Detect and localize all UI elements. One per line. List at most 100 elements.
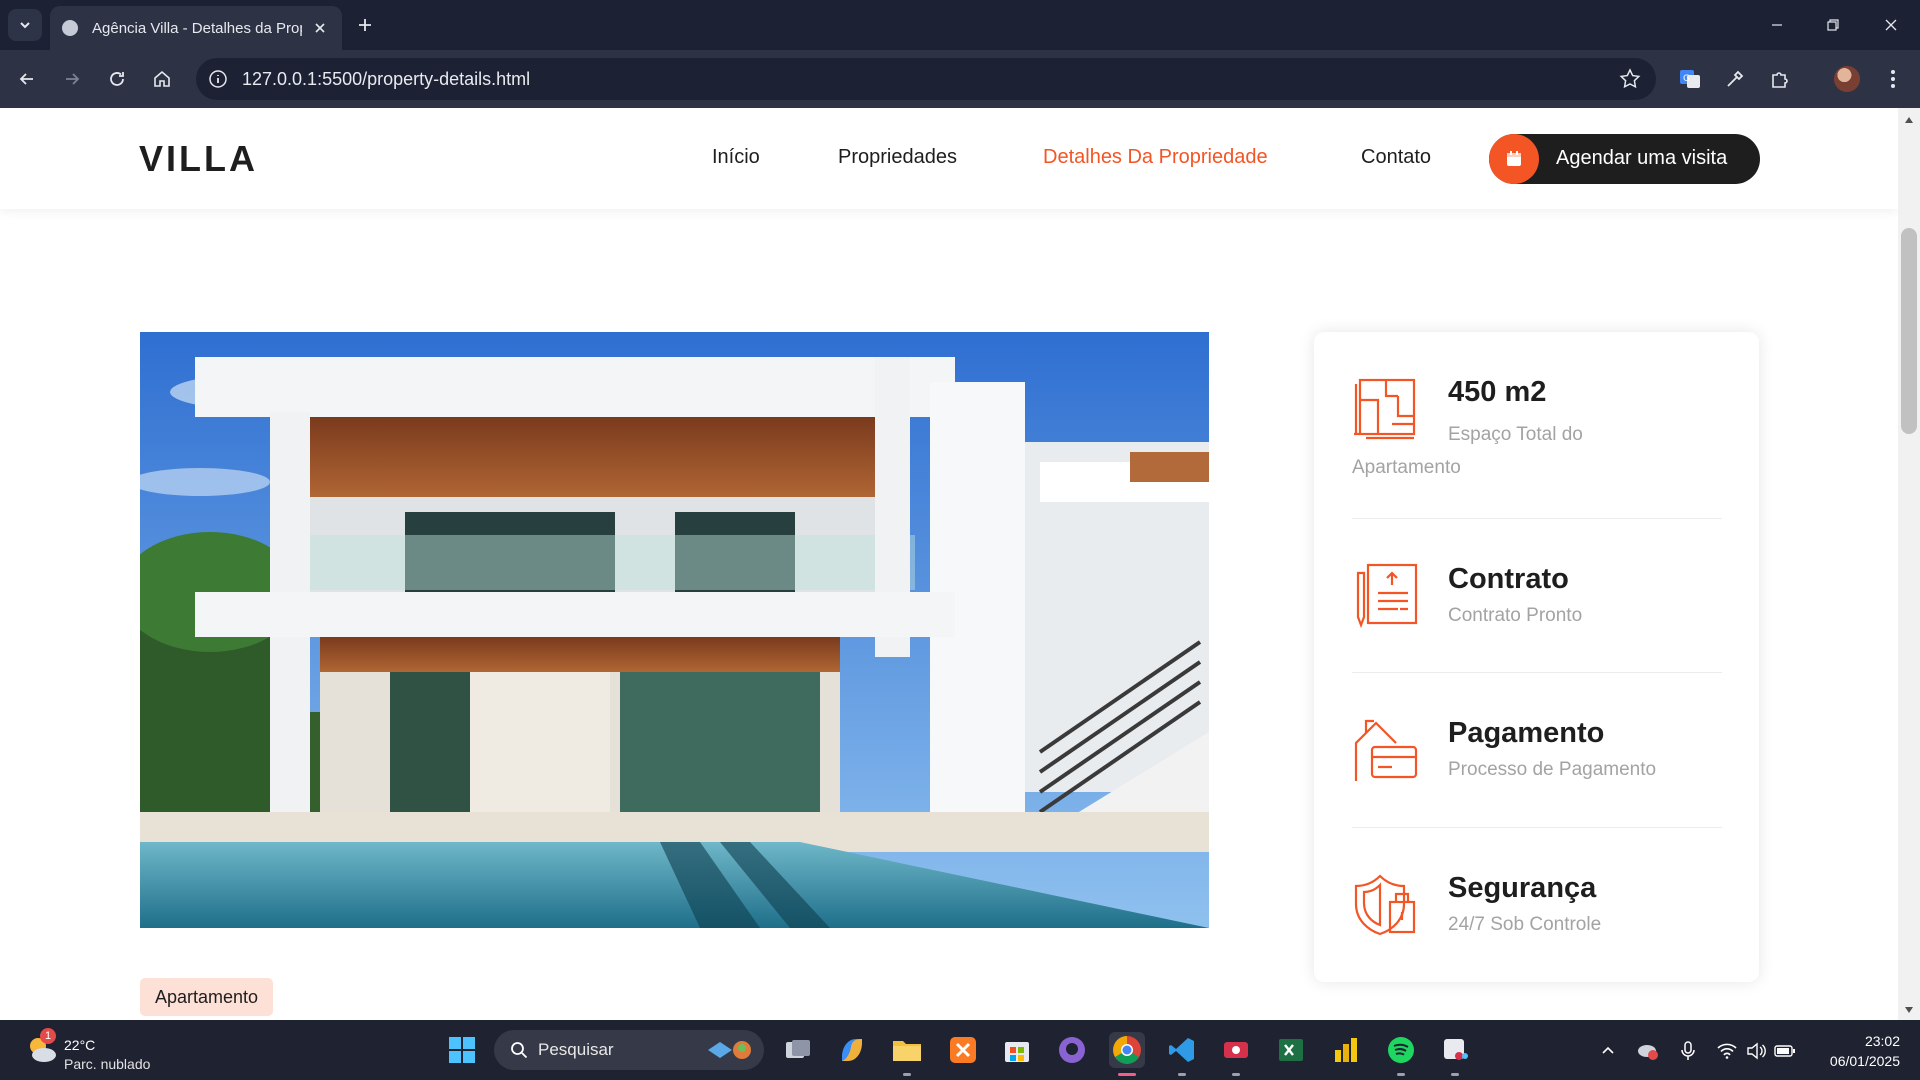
search-icon [511, 1042, 528, 1059]
browser-menu-button[interactable] [1878, 64, 1908, 94]
info-title-payment: Pagamento [1448, 717, 1605, 749]
svg-text:G: G [1683, 74, 1690, 84]
site-logo[interactable]: VILLA [139, 138, 258, 180]
scroll-up-button[interactable] [1901, 112, 1917, 128]
tab-search-button[interactable] [8, 9, 42, 41]
info-item-area: 450 m2 Espaço Total do Apartamento [1352, 376, 1722, 486]
browser-toolbar: 127.0.0.1:5500/property-details.html G [0, 50, 1920, 108]
chevron-down-icon [20, 22, 30, 29]
info-item-payment: Pagamento Processo de Pagamento [1352, 717, 1722, 797]
arrow-right-icon [66, 73, 80, 85]
info-subtitle-security: 24/7 Sob Controle [1448, 914, 1602, 935]
github-icon [1059, 1037, 1085, 1063]
info-item-security: Segurança 24/7 Sob Controle [1352, 872, 1722, 952]
property-category-badge: Apartamento [140, 978, 274, 1016]
close-window-button[interactable] [1876, 10, 1906, 40]
url-text[interactable]: 127.0.0.1:5500/property-details.html [242, 69, 530, 90]
profile-avatar[interactable] [1834, 66, 1860, 92]
site-info-icon[interactable] [206, 67, 230, 91]
nav-link-propriedades[interactable]: Propriedades [838, 146, 957, 169]
spotify-app[interactable] [1383, 1032, 1419, 1068]
recorder-icon [1224, 1042, 1248, 1058]
vscode-icon [1169, 1038, 1194, 1062]
site-header: VILLA Início Propriedades Detalhes Da Pr… [0, 108, 1898, 209]
more-vertical-icon [1891, 70, 1895, 88]
show-hidden-icons-button[interactable] [1597, 1040, 1619, 1062]
vscode-app[interactable] [1164, 1032, 1200, 1068]
close-tab-button[interactable] [310, 18, 330, 38]
cloud-error-icon [1638, 1045, 1658, 1060]
search-placeholder: Pesquisar [538, 1040, 614, 1059]
speaker-icon [1747, 1042, 1766, 1060]
microphone-status[interactable] [1677, 1040, 1699, 1062]
task-view-icon [786, 1040, 810, 1058]
taskbar-clock[interactable]: 23:02 06/01/2025 [1830, 1031, 1900, 1071]
xampp-icon [950, 1037, 976, 1063]
nav-link-inicio[interactable]: Início [712, 146, 760, 169]
store-icon [1005, 1042, 1029, 1062]
home-icon [154, 70, 170, 87]
info-subtitle-payment: Processo de Pagamento [1448, 759, 1657, 780]
onedrive-status[interactable] [1637, 1040, 1659, 1062]
screen-recorder-app[interactable] [1218, 1032, 1254, 1068]
clock-time: 23:02 [1864, 1033, 1900, 1049]
battery-icon [1774, 1045, 1795, 1057]
snipping-tool-app[interactable] [1437, 1032, 1473, 1068]
wifi-status[interactable] [1716, 1040, 1738, 1062]
scrollbar-thumb[interactable] [1901, 228, 1917, 434]
power-bi-icon [1335, 1038, 1357, 1062]
eyedropper-extension-icon[interactable] [1720, 64, 1750, 94]
translate-extension-icon[interactable]: G [1675, 64, 1705, 94]
browser-tab-bar: Agência Villa - Detalhes da Propriedade [0, 0, 1920, 50]
taskbar-search-box[interactable]: Pesquisar [494, 1030, 764, 1070]
task-view-button[interactable] [780, 1032, 816, 1068]
battery-status[interactable] [1774, 1040, 1796, 1062]
excel-icon [1279, 1039, 1303, 1061]
bookmark-star-icon[interactable] [1618, 67, 1642, 91]
address-bar[interactable]: 127.0.0.1:5500/property-details.html [196, 58, 1656, 100]
close-icon [315, 23, 325, 33]
reload-icon [110, 72, 124, 86]
home-button[interactable] [145, 62, 179, 96]
reload-button[interactable] [100, 62, 134, 96]
spotify-icon [1388, 1037, 1414, 1063]
property-main-image [140, 332, 1209, 928]
forward-button[interactable] [55, 62, 89, 96]
triangle-up-icon [1905, 117, 1913, 123]
xampp-app[interactable] [945, 1032, 981, 1068]
microsoft-store-app[interactable] [999, 1032, 1035, 1068]
browser-tab[interactable]: Agência Villa - Detalhes da Propriedade [50, 6, 342, 50]
info-item-contract: Contrato Contrato Pronto [1352, 563, 1722, 643]
nav-link-detalhes[interactable]: Detalhes Da Propriedade [1043, 146, 1268, 169]
nav-link-contato[interactable]: Contato [1361, 146, 1431, 169]
running-indicator [1397, 1073, 1405, 1076]
file-explorer-app[interactable] [889, 1032, 925, 1068]
github-desktop-app[interactable] [1054, 1032, 1090, 1068]
arrow-left-icon [19, 73, 33, 85]
running-indicator [1232, 1073, 1240, 1076]
new-tab-button[interactable] [352, 12, 378, 38]
back-button[interactable] [10, 62, 44, 96]
microphone-icon [1681, 1041, 1695, 1060]
clock-date: 06/01/2025 [1829, 1053, 1900, 1069]
info-title-contract: Contrato [1448, 563, 1569, 595]
running-indicator [1178, 1073, 1186, 1076]
schedule-visit-button[interactable]: Agendar uma visita [1489, 134, 1760, 184]
copilot-app[interactable] [834, 1032, 870, 1068]
volume-status[interactable] [1745, 1040, 1767, 1062]
power-bi-app[interactable] [1328, 1032, 1364, 1068]
restore-button[interactable] [1818, 10, 1848, 40]
scroll-down-button[interactable] [1901, 1002, 1917, 1018]
restore-icon [1827, 19, 1839, 31]
weather-temperature: 22°C [64, 1037, 96, 1053]
info-divider [1352, 827, 1722, 828]
info-title-security: Segurança [1448, 872, 1597, 904]
chrome-app[interactable] [1109, 1032, 1145, 1068]
weather-description: Parc. nublado [64, 1056, 151, 1072]
extensions-puzzle-icon[interactable] [1765, 64, 1795, 94]
windows-start-button[interactable] [444, 1032, 480, 1068]
running-indicator [1451, 1073, 1459, 1076]
excel-app[interactable] [1273, 1032, 1309, 1068]
weather-widget[interactable]: 1 22°C Parc. nublado [24, 1028, 174, 1072]
minimize-button[interactable] [1762, 10, 1792, 40]
